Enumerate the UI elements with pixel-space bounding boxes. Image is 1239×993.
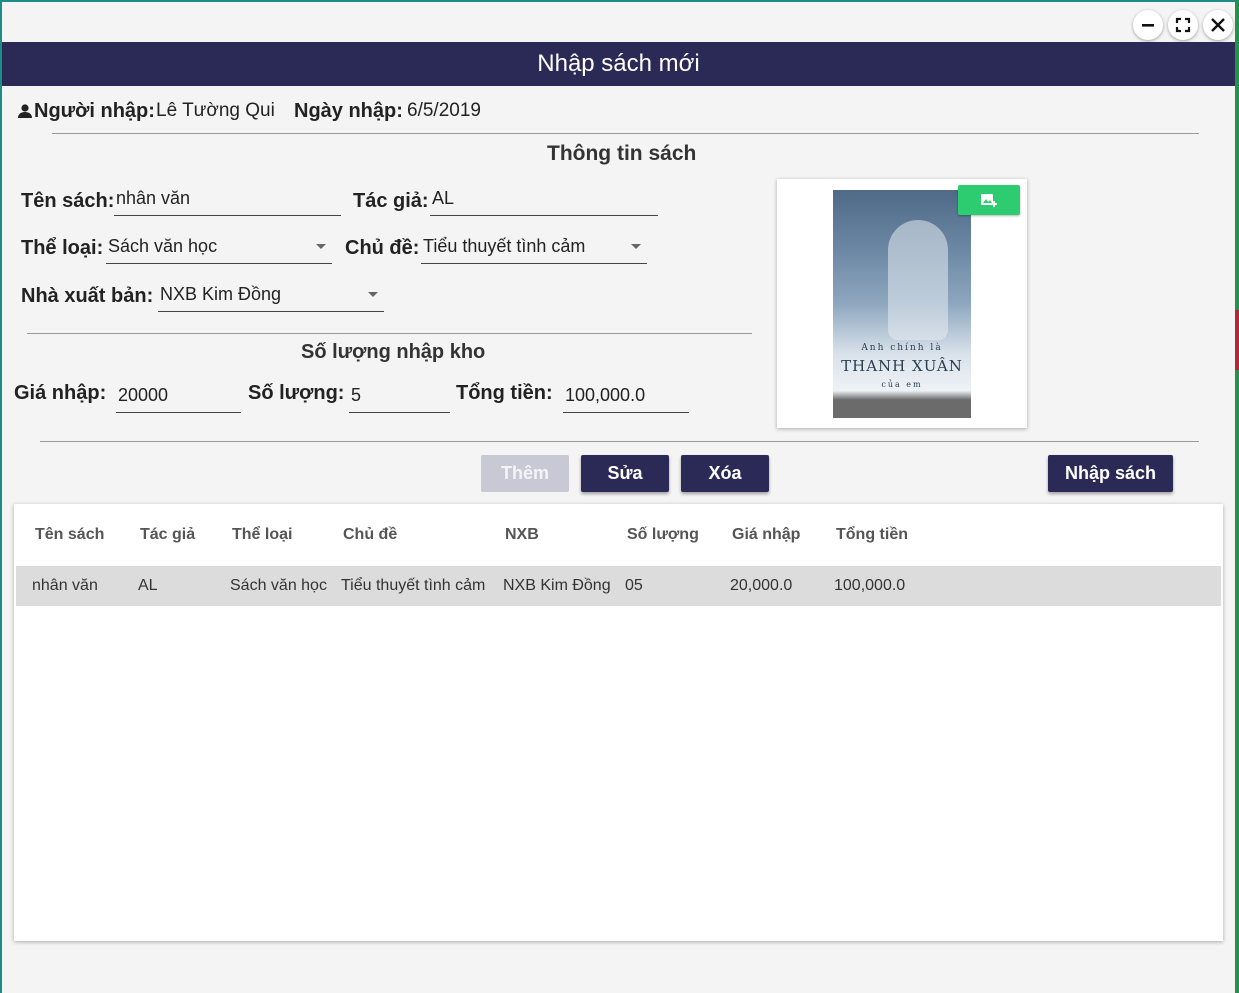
- book-info-title: Thông tin sách: [547, 142, 697, 165]
- minimize-button[interactable]: [1133, 10, 1163, 40]
- cover-line-1: Anh chính là: [861, 343, 943, 353]
- import-date-label: Ngày nhập:: [294, 100, 403, 122]
- add-button[interactable]: Thêm: [481, 455, 569, 492]
- genre-value: Sách văn học: [108, 236, 218, 256]
- column-header[interactable]: Thể loại: [232, 526, 292, 544]
- table-cell: Tiểu thuyết tình cảm: [341, 577, 486, 594]
- table-cell: 20,000.0: [730, 577, 793, 594]
- window-border-left: [0, 0, 2, 993]
- window-border-top: [0, 0, 1239, 2]
- price-field[interactable]: 20000: [116, 381, 241, 413]
- add-photo-icon: [981, 194, 997, 207]
- column-header[interactable]: Tác giả: [140, 526, 195, 544]
- cover-line-2: THANH XUÂN: [841, 357, 963, 375]
- user-icon: [18, 104, 32, 118]
- add-image-button[interactable]: [958, 185, 1020, 215]
- delete-button[interactable]: Xóa: [681, 455, 769, 492]
- publisher-value: NXB Kim Đồng: [160, 284, 282, 304]
- window-border-right-accent: [1235, 310, 1239, 370]
- divider: [27, 333, 752, 334]
- book-cover-image: Anh chính là THANH XUÂN của em: [833, 190, 971, 418]
- divider: [52, 133, 1199, 134]
- column-header[interactable]: NXB: [505, 526, 539, 544]
- stock-section-title: Số lượng nhập kho: [301, 341, 486, 363]
- importer-label: Người nhập:: [34, 100, 155, 122]
- table-cell: 100,000.0: [834, 577, 906, 594]
- column-header[interactable]: Chủ đề: [343, 526, 397, 544]
- total-field: 100,000.0: [563, 381, 689, 413]
- window-border-right: [1235, 0, 1239, 993]
- quantity-label: Số lượng:: [248, 382, 345, 404]
- topic-label: Chủ đề:: [345, 237, 420, 259]
- column-header[interactable]: Tên sách: [35, 526, 104, 544]
- divider: [40, 441, 1199, 442]
- column-header[interactable]: Giá nhập: [732, 526, 800, 544]
- quantity-field[interactable]: 5: [349, 381, 450, 413]
- cover-image-card: Anh chính là THANH XUÂN của em: [777, 179, 1027, 428]
- book-title-label: Tên sách:: [21, 190, 115, 212]
- column-header[interactable]: Số lượng: [627, 526, 699, 544]
- book-title-field[interactable]: nhân văn: [114, 184, 341, 216]
- price-label: Giá nhập:: [14, 382, 107, 404]
- chevron-down-icon: [316, 244, 326, 249]
- topic-value: Tiểu thuyết tình cảm: [423, 236, 586, 256]
- importer-name: Lê Tường Qui: [156, 100, 275, 121]
- edit-button[interactable]: Sửa: [581, 455, 669, 492]
- import-table: Tên sách Tác giả Thể loại Chủ đề NXB Số …: [14, 504, 1223, 941]
- genre-label: Thể loại:: [21, 237, 104, 259]
- close-icon: [1211, 18, 1225, 32]
- genre-select[interactable]: Sách văn học: [106, 232, 332, 264]
- chevron-down-icon: [368, 292, 378, 297]
- table-cell: nhân văn: [32, 577, 98, 594]
- close-button[interactable]: [1203, 10, 1233, 40]
- maximize-icon: [1175, 17, 1191, 33]
- publisher-label: Nhà xuất bản:: [21, 285, 154, 307]
- table-cell: AL: [138, 577, 158, 594]
- cover-line-3: của em: [881, 380, 923, 389]
- table-row[interactable]: nhân văn AL Sách văn học Tiểu thuyết tìn…: [16, 566, 1221, 606]
- import-date: 6/5/2019: [407, 100, 481, 121]
- column-header[interactable]: Tổng tiền: [836, 526, 908, 544]
- table-cell: 05: [625, 577, 643, 594]
- total-label: Tổng tiền:: [456, 382, 553, 404]
- chevron-down-icon: [631, 244, 641, 249]
- table-cell: Sách văn học: [230, 577, 327, 594]
- table-cell: NXB Kim Đồng: [503, 577, 611, 594]
- import-books-button[interactable]: Nhập sách: [1048, 455, 1173, 492]
- topic-select[interactable]: Tiểu thuyết tình cảm: [421, 232, 647, 264]
- cover-illustration: [888, 220, 948, 340]
- author-field[interactable]: AL: [430, 184, 658, 216]
- page-title: Nhập sách mới: [2, 42, 1235, 86]
- minimize-icon: [1142, 24, 1154, 27]
- author-label: Tác giả:: [353, 190, 429, 212]
- maximize-button[interactable]: [1168, 10, 1198, 40]
- publisher-select[interactable]: NXB Kim Đồng: [158, 280, 384, 312]
